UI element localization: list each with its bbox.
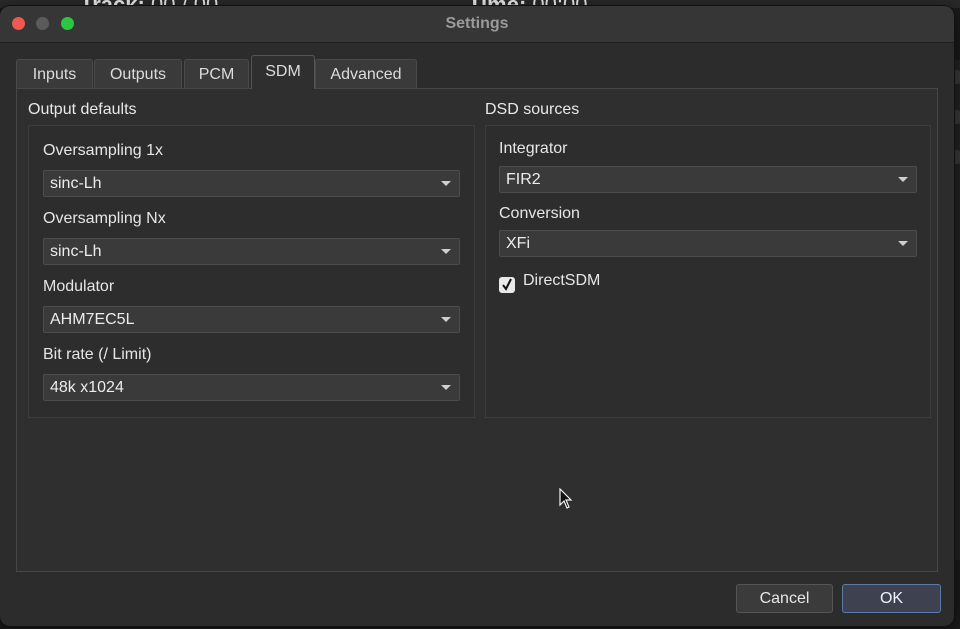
bit-rate-label: Bit rate (/ Limit) (43, 346, 152, 363)
chevron-down-icon (441, 385, 451, 390)
ok-button[interactable]: OK (842, 584, 941, 613)
tab-sdm[interactable]: SDM (251, 55, 315, 89)
oversampling-1x-label: Oversampling 1x (43, 142, 164, 159)
chevron-down-icon (898, 177, 908, 182)
dsd-sources-title: DSD sources (485, 101, 580, 118)
modulator-select[interactable]: AHM7EC5L (43, 306, 460, 333)
integrator-label: Integrator (499, 140, 568, 157)
chevron-down-icon (441, 181, 451, 186)
output-defaults-title: Output defaults (28, 101, 137, 118)
integrator-select[interactable]: FIR2 (499, 166, 917, 193)
tab-advanced[interactable]: Advanced (315, 59, 417, 88)
oversampling-1x-select[interactable]: sinc-Lh (43, 170, 460, 197)
tab-outputs[interactable]: Outputs (94, 59, 182, 88)
modulator-label: Modulator (43, 278, 115, 295)
bit-rate-select[interactable]: 48k x1024 (43, 374, 460, 401)
conversion-value: XFi (506, 235, 530, 252)
title-bar[interactable]: Settings (0, 6, 954, 43)
direct-sdm-label[interactable]: DirectSDM (523, 272, 600, 290)
oversampling-1x-value: sinc-Lh (50, 175, 102, 192)
chevron-down-icon (441, 249, 451, 254)
cancel-button[interactable]: Cancel (736, 584, 833, 613)
conversion-select[interactable]: XFi (499, 230, 917, 257)
chevron-down-icon (898, 241, 908, 246)
direct-sdm-checkbox[interactable] (499, 277, 515, 293)
mouse-pointer-icon (559, 488, 573, 509)
checkmark-icon (502, 278, 512, 291)
modulator-value: AHM7EC5L (50, 311, 135, 328)
integrator-value: FIR2 (506, 171, 541, 188)
window-title: Settings (445, 15, 509, 32)
oversampling-nx-label: Oversampling Nx (43, 210, 166, 227)
tab-inputs[interactable]: Inputs (16, 59, 93, 88)
tab-pcm[interactable]: PCM (184, 59, 249, 88)
settings-window: Settings Inputs Outputs PCM SDM Advanced… (0, 6, 954, 626)
oversampling-nx-value: sinc-Lh (50, 243, 102, 260)
oversampling-nx-select[interactable]: sinc-Lh (43, 238, 460, 265)
bit-rate-value: 48k x1024 (50, 379, 124, 396)
chevron-down-icon (441, 317, 451, 322)
conversion-label: Conversion (499, 205, 580, 222)
